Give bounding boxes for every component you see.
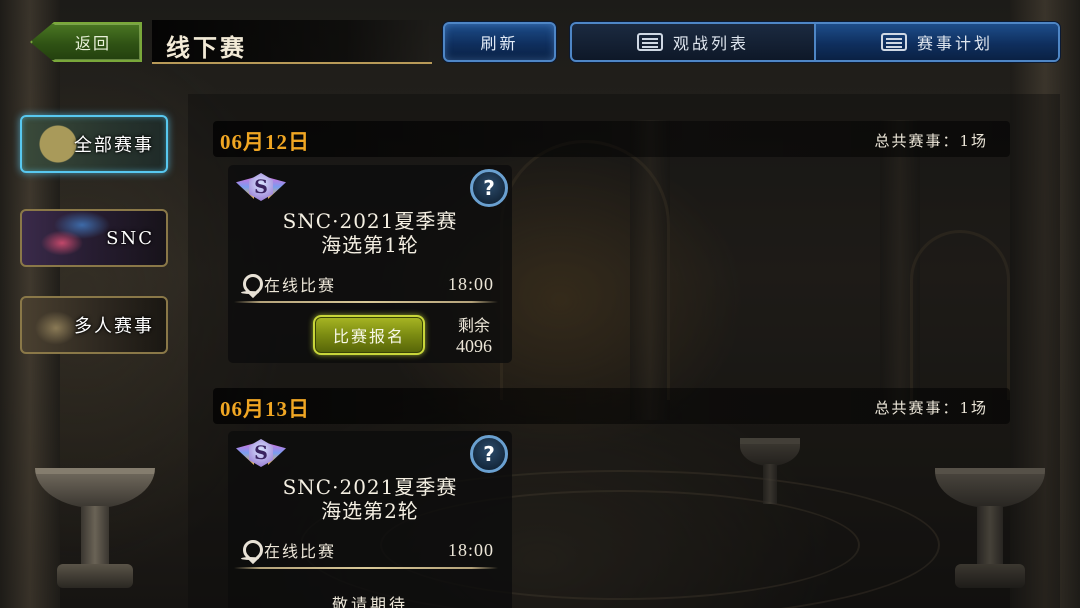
view-tabs: 观战列表 赛事计划 — [570, 22, 1060, 62]
sidebar-item-label: SNC — [106, 227, 154, 249]
event-time: 18:00 — [447, 539, 494, 560]
remaining-value: 4096 — [456, 336, 492, 356]
tab-label: 赛事计划 — [916, 34, 993, 53]
event-location: 在线比赛 — [264, 276, 337, 295]
remaining-slots: 剩余 4096 — [456, 316, 492, 356]
help-button[interactable]: ? — [470, 435, 508, 473]
location-pin-icon — [241, 540, 259, 560]
question-mark-icon: ? — [483, 442, 495, 466]
event-time: 18:00 — [447, 273, 494, 294]
sidebar-item-snc[interactable]: SNC — [20, 209, 168, 267]
event-title-line2: 海选第2轮 — [321, 499, 419, 523]
event-title-line2: 海选第1轮 — [321, 233, 419, 257]
date-label: 06月13日 — [220, 397, 310, 421]
event-info-row: 在线比赛 18:00 — [241, 537, 494, 563]
refresh-button-label: 刷新 — [480, 34, 519, 53]
event-info-row: 在线比赛 18:00 — [241, 271, 494, 297]
date-header: 06月12日 总共赛事：1场 — [213, 121, 1010, 157]
register-button[interactable]: 比赛报名 — [313, 315, 425, 355]
event-title: SNC·2021夏季赛 海选第1轮 — [228, 209, 512, 257]
help-button[interactable]: ? — [470, 169, 508, 207]
event-title: SNC·2021夏季赛 海选第2轮 — [228, 475, 512, 523]
s-rank-badge-icon: S — [236, 171, 286, 205]
tab-spectate-list[interactable]: 观战列表 — [572, 24, 814, 60]
date-label: 06月12日 — [220, 130, 310, 154]
event-title-line1: SNC·2021夏季赛 — [282, 475, 458, 499]
event-card[interactable]: S ? SNC·2021夏季赛 海选第2轮 在线比赛 18:00 敬请期待 — [228, 431, 512, 608]
sidebar-item-label: 多人赛事 — [74, 316, 154, 337]
back-button-label: 返回 — [74, 34, 111, 53]
schedule-icon — [880, 33, 907, 51]
event-card[interactable]: S ? SNC·2021夏季赛 海选第1轮 在线比赛 18:00 比赛报名 剩余… — [228, 165, 512, 363]
tab-label: 观战列表 — [672, 34, 749, 53]
sidebar-item-label: 全部赛事 — [74, 135, 154, 156]
refresh-button[interactable]: 刷新 — [443, 22, 556, 62]
list-icon — [636, 33, 663, 51]
date-header: 06月13日 总共赛事：1场 — [213, 388, 1010, 424]
tab-event-schedule[interactable]: 赛事计划 — [814, 24, 1058, 60]
sidebar-item-all-events[interactable]: 全部赛事 — [20, 115, 168, 173]
stone-basin — [35, 468, 155, 598]
event-title-line1: SNC·2021夏季赛 — [282, 209, 458, 233]
question-mark-icon: ? — [483, 176, 495, 200]
page-title-bar: 线下赛 — [152, 20, 432, 64]
divider — [234, 567, 498, 569]
page-title: 线下赛 — [166, 33, 247, 62]
remaining-label: 剩余 — [457, 316, 490, 335]
event-count: 总共赛事：1场 — [874, 132, 988, 150]
divider — [234, 301, 498, 303]
event-count: 总共赛事：1场 — [874, 399, 988, 417]
location-pin-icon — [241, 274, 259, 294]
event-location: 在线比赛 — [264, 542, 337, 561]
sidebar-item-multiplayer[interactable]: 多人赛事 — [20, 296, 168, 354]
s-rank-badge-icon: S — [236, 437, 286, 471]
coming-soon-status: 敬请期待 — [331, 595, 408, 608]
register-button-label: 比赛报名 — [332, 327, 405, 346]
